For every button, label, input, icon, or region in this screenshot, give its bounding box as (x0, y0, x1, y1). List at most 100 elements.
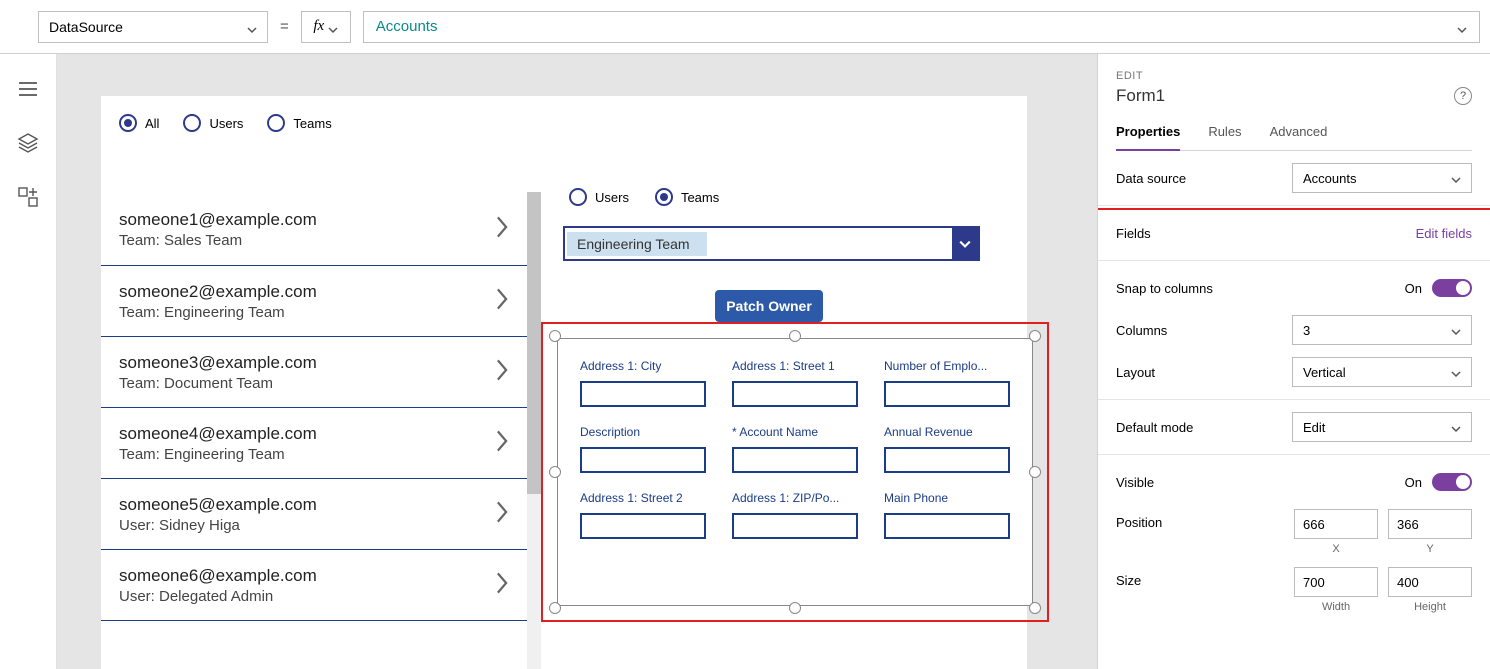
radio-label: All (145, 116, 159, 131)
list-item[interactable]: someone6@example.comUser: Delegated Admi… (101, 549, 527, 620)
field-label: Description (580, 425, 706, 439)
filter-radio-group: All Users Teams (101, 96, 1027, 142)
list-item-title: someone2@example.com (119, 282, 317, 302)
chevron-down-icon (328, 22, 338, 32)
columns-select[interactable]: 3 (1292, 315, 1472, 345)
chevron-right-icon (495, 288, 509, 315)
field-input[interactable] (580, 447, 706, 473)
tab-advanced[interactable]: Advanced (1270, 124, 1328, 150)
fx-button[interactable]: fx (301, 11, 351, 43)
resize-handle[interactable] (1029, 466, 1041, 478)
radio-icon (183, 114, 201, 132)
chevron-down-icon (1451, 367, 1461, 377)
size-height-input[interactable] (1388, 567, 1472, 597)
canvas[interactable]: All Users Teams someone1@example.com Team… (57, 54, 1097, 669)
team-dropdown-value: Engineering Team (567, 232, 707, 256)
fields-label: Fields (1116, 226, 1151, 241)
chevron-right-icon (495, 359, 509, 386)
field-label: Address 1: ZIP/Po... (732, 491, 858, 505)
chevron-right-icon (495, 430, 509, 457)
radio-icon (267, 114, 285, 132)
x-label: X (1332, 543, 1339, 555)
owner-type-radio-group: Users Teams (569, 188, 719, 206)
property-selector-value: DataSource (49, 19, 123, 35)
list-item[interactable]: someone3@example.comTeam: Document Team (101, 336, 527, 407)
edit-fields-link[interactable]: Edit fields (1416, 226, 1472, 241)
field-input[interactable] (580, 381, 706, 407)
selected-control-name: Form1 (1116, 86, 1165, 106)
patch-owner-button[interactable]: Patch Owner (715, 290, 823, 322)
layers-icon[interactable] (17, 132, 39, 154)
form-field: Account Name (732, 425, 858, 473)
chevron-down-icon (1457, 22, 1467, 32)
field-input[interactable] (884, 381, 1010, 407)
list-item-title: someone1@example.com (119, 210, 317, 230)
data-source-select[interactable]: Accounts (1292, 163, 1472, 193)
width-label: Width (1322, 601, 1350, 613)
list-item[interactable]: someone4@example.comTeam: Engineering Te… (101, 407, 527, 478)
radio-teams[interactable]: Teams (655, 188, 719, 206)
field-label: Main Phone (884, 491, 1010, 505)
tab-properties[interactable]: Properties (1116, 124, 1180, 151)
position-x-input[interactable] (1294, 509, 1378, 539)
list-item-title: someone5@example.com (119, 495, 317, 515)
columns-label: Columns (1116, 323, 1167, 338)
resize-handle[interactable] (549, 602, 561, 614)
team-dropdown[interactable]: Engineering Team (563, 226, 980, 261)
scrollbar-thumb[interactable] (527, 192, 541, 494)
radio-icon (569, 188, 587, 206)
resize-handle[interactable] (549, 330, 561, 342)
hamburger-icon[interactable] (17, 78, 39, 100)
resize-handle[interactable] (789, 602, 801, 614)
resize-handle[interactable] (1029, 602, 1041, 614)
list-item-subtitle: Team: Sales Team (119, 232, 317, 249)
chevron-down-icon (247, 22, 257, 32)
resize-handle[interactable] (1029, 330, 1041, 342)
data-source-value: Accounts (1303, 171, 1356, 186)
list-item[interactable]: someone2@example.comTeam: Engineering Te… (101, 265, 527, 336)
chevron-down-icon (952, 228, 978, 259)
snap-toggle[interactable] (1432, 279, 1472, 297)
radio-label: Users (209, 116, 243, 131)
field-input[interactable] (732, 513, 858, 539)
field-input[interactable] (884, 513, 1010, 539)
property-selector[interactable]: DataSource (38, 11, 268, 43)
list-item[interactable]: someone1@example.com Team: Sales Team (101, 194, 527, 265)
help-icon[interactable]: ? (1454, 87, 1472, 105)
field-input[interactable] (732, 447, 858, 473)
radio-users[interactable]: Users (183, 114, 243, 132)
panel-tabs: Properties Rules Advanced (1116, 124, 1472, 151)
default-mode-value: Edit (1303, 420, 1325, 435)
position-y-input[interactable] (1388, 509, 1472, 539)
field-label: Address 1: Street 2 (580, 491, 706, 505)
radio-label: Teams (293, 116, 331, 131)
snap-label: Snap to columns (1116, 281, 1213, 296)
field-input[interactable] (732, 381, 858, 407)
formula-input[interactable]: Accounts (363, 11, 1480, 43)
form-control[interactable]: Address 1: CityAddress 1: Street 1Number… (557, 338, 1033, 606)
radio-all[interactable]: All (119, 114, 159, 132)
scrollbar[interactable] (527, 192, 541, 669)
size-width-input[interactable] (1294, 567, 1378, 597)
chevron-down-icon (1451, 173, 1461, 183)
default-mode-select[interactable]: Edit (1292, 412, 1472, 442)
chevron-right-icon (495, 216, 509, 243)
app-screen: All Users Teams someone1@example.com Team… (101, 96, 1027, 669)
list-item[interactable]: someone5@example.comUser: Sidney Higa (101, 478, 527, 549)
resize-handle[interactable] (549, 466, 561, 478)
radio-users[interactable]: Users (569, 188, 629, 206)
layout-select[interactable]: Vertical (1292, 357, 1472, 387)
panel-mode-label: EDIT (1116, 70, 1472, 82)
field-label: Address 1: City (580, 359, 706, 373)
add-component-icon[interactable] (17, 186, 39, 208)
resize-handle[interactable] (789, 330, 801, 342)
radio-teams[interactable]: Teams (267, 114, 331, 132)
tab-rules[interactable]: Rules (1208, 124, 1241, 150)
left-rail (0, 54, 57, 669)
y-label: Y (1426, 543, 1433, 555)
field-input[interactable] (884, 447, 1010, 473)
position-label: Position (1116, 509, 1162, 530)
field-input[interactable] (580, 513, 706, 539)
visible-toggle[interactable] (1432, 473, 1472, 491)
form-selection-highlight: Address 1: CityAddress 1: Street 1Number… (541, 322, 1049, 622)
